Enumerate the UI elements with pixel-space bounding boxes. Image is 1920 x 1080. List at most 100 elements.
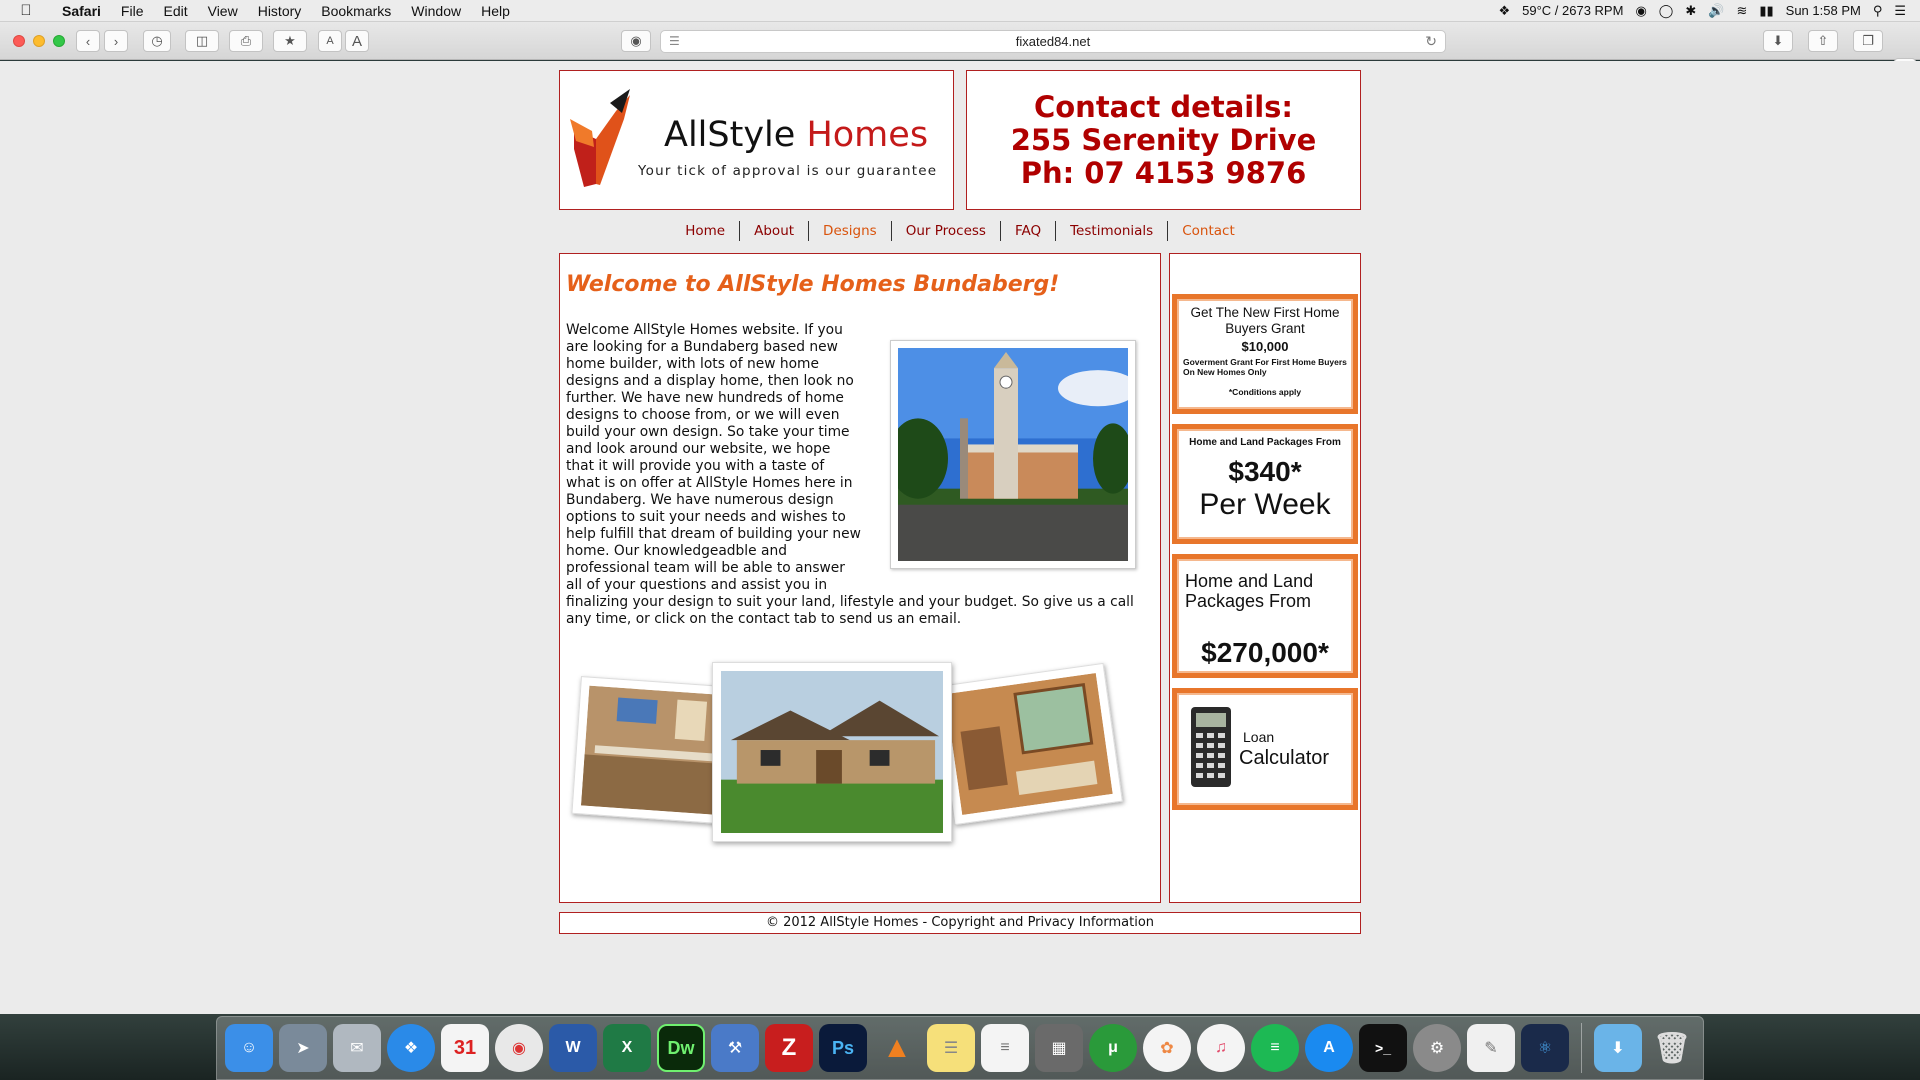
site-nav: Home About Designs Our Process FAQ Testi… [559, 221, 1361, 241]
menu-app-name[interactable]: Safari [52, 3, 111, 19]
home-photo-collage [571, 662, 1152, 842]
bluetooth-icon[interactable]: ✱ [1685, 3, 1696, 19]
contact-panel: Contact details: 255 Serenity Drive Ph: … [966, 70, 1361, 210]
battery-icon[interactable]: ▮▮ [1759, 3, 1773, 19]
downloads-folder-icon[interactable]: ⬇ [1594, 1024, 1642, 1072]
nav-contact[interactable]: Contact [1167, 221, 1249, 241]
menu-help[interactable]: Help [471, 3, 520, 19]
dock: ☺ ➤ ✉ ❖ 31 ◉ W X Dw ⚒ Z Ps ▲ ☰ ≡ ▦ μ ✿ ♫… [216, 1016, 1704, 1080]
notification-center-icon[interactable]: ☰ [1894, 3, 1906, 19]
photos-icon[interactable]: ✿ [1143, 1024, 1191, 1072]
bookmark-button[interactable]: ★ [273, 30, 307, 52]
grant-title: Get The New First Home Buyers Grant [1190, 305, 1340, 336]
chrome-icon[interactable]: ◉ [495, 1024, 543, 1072]
package-price: $270,000* [1201, 637, 1329, 668]
forward-button[interactable]: › [104, 30, 128, 52]
living-room-photo [935, 662, 1123, 826]
logo-panel[interactable]: AllStyle Homes Your tick of approval is … [559, 70, 954, 210]
clock[interactable]: Sun 1:58 PM [1786, 3, 1861, 18]
font-larger-button[interactable]: A [345, 30, 369, 52]
page-title: Welcome to AllStyle Homes Bundaberg! [566, 272, 1060, 297]
safari-icon[interactable]: ❖ [387, 1024, 435, 1072]
print-button[interactable]: ⎙ [229, 30, 263, 52]
menu-view[interactable]: View [198, 3, 248, 19]
privacy-button[interactable]: ◉ [621, 30, 651, 52]
address-bar[interactable]: ☰ fixated84.net ↻ [660, 30, 1446, 53]
app-store-icon[interactable]: A [1305, 1024, 1353, 1072]
sidebar-toggle-button[interactable]: ◫ [185, 30, 219, 52]
creative-cloud-icon[interactable]: ◉ [1635, 3, 1646, 19]
filezilla-icon[interactable]: Z [765, 1024, 813, 1072]
dreamweaver-icon[interactable]: Dw [657, 1024, 705, 1072]
brand-tagline: Your tick of approval is our guarantee [638, 163, 938, 179]
nav-testimonials[interactable]: Testimonials [1055, 221, 1167, 241]
menu-file[interactable]: File [111, 3, 154, 19]
sidebar: Get The New First Home Buyers Grant $10,… [1169, 253, 1361, 903]
reader-icon[interactable]: ☰ [669, 34, 680, 48]
volume-icon[interactable]: 🔊 [1708, 3, 1724, 19]
nav-designs[interactable]: Designs [808, 221, 891, 241]
finder-icon[interactable]: ☺ [225, 1024, 273, 1072]
menu-bookmarks[interactable]: Bookmarks [311, 3, 401, 19]
font-smaller-button[interactable]: A [318, 30, 342, 52]
loan-calculator-ad[interactable]: Loan Calculator [1172, 688, 1358, 810]
grant-ad[interactable]: Get The New First Home Buyers Grant $10,… [1172, 294, 1358, 414]
menu-window[interactable]: Window [401, 3, 471, 19]
reload-icon[interactable]: ↻ [1425, 33, 1437, 50]
url-text: fixated84.net [1015, 34, 1091, 49]
system-preferences-icon[interactable]: ⚙ [1413, 1024, 1461, 1072]
shield-icon: ◉ [630, 33, 642, 48]
trash-icon[interactable]: 🗑 [1648, 1024, 1696, 1072]
textedit-icon[interactable]: ✎ [1467, 1024, 1515, 1072]
package-price-ad[interactable]: Home and Land Packages From $270,000* [1172, 554, 1358, 678]
temperature-status[interactable]: 59°C / 2673 RPM [1522, 3, 1623, 18]
printer-icon: ⎙ [240, 33, 252, 48]
share-button[interactable]: ⇧ [1808, 30, 1838, 52]
nav-about[interactable]: About [739, 221, 808, 241]
sync-icon[interactable]: ◯ [1659, 3, 1674, 19]
window-close-button[interactable] [13, 35, 25, 47]
window-minimize-button[interactable] [33, 35, 45, 47]
history-button[interactable]: ◷ [143, 30, 171, 52]
menu-edit[interactable]: Edit [153, 3, 197, 19]
tabs-button[interactable]: ❐ [1853, 30, 1883, 52]
atom-icon[interactable]: ⚛ [1521, 1024, 1569, 1072]
apple-icon[interactable]:  [0, 2, 52, 19]
share-icon: ⇧ [1817, 33, 1829, 48]
weekly-package-ad[interactable]: Home and Land Packages From $340* Per We… [1172, 424, 1358, 544]
xcode-icon[interactable]: ⚒ [711, 1024, 759, 1072]
nav-our-process[interactable]: Our Process [890, 221, 1000, 241]
menu-history[interactable]: History [248, 3, 312, 19]
calendar-icon[interactable]: 31 [441, 1024, 489, 1072]
notes-icon[interactable]: ☰ [927, 1024, 975, 1072]
loan-label: Loan [1243, 729, 1275, 745]
itunes-icon[interactable]: ♫ [1197, 1024, 1245, 1072]
wifi-icon[interactable]: ≋ [1736, 3, 1747, 19]
nav-home[interactable]: Home [671, 221, 739, 241]
mail-icon[interactable]: ✉ [333, 1024, 381, 1072]
reminders-icon[interactable]: ≡ [981, 1024, 1029, 1072]
calculator-app-icon[interactable]: ▦ [1035, 1024, 1083, 1072]
nav-faq[interactable]: FAQ [999, 221, 1055, 241]
word-icon[interactable]: W [549, 1024, 597, 1072]
window-zoom-button[interactable] [53, 35, 65, 47]
contact-phone: Ph: 07 4153 9876 [1020, 155, 1307, 190]
terminal-icon[interactable]: >_ [1359, 1024, 1407, 1072]
browser-toolbar: ‹ › ◷ ◫ ⎙ ★ A A ◉ ☰ fixated84.net ↻ ⬇ ⇧ … [0, 22, 1920, 80]
launchpad-icon[interactable]: ➤ [279, 1024, 327, 1072]
grant-amount: $10,000 [1241, 339, 1289, 354]
vlc-icon[interactable]: ▲ [873, 1024, 921, 1072]
back-button[interactable]: ‹ [76, 30, 100, 52]
spotlight-icon[interactable]: ⚲ [1873, 3, 1883, 19]
photoshop-icon[interactable]: Ps [819, 1024, 867, 1072]
site-footer[interactable]: © 2012 AllStyle Homes - Copyright and Pr… [559, 912, 1361, 934]
tabs-icon: ❐ [1862, 33, 1874, 48]
utorrent-icon[interactable]: μ [1089, 1024, 1137, 1072]
menubar:  Safari File Edit View History Bookmark… [0, 0, 1920, 22]
calculator-icon [1191, 707, 1231, 787]
dropbox-icon[interactable]: ❖ [1498, 3, 1510, 19]
download-icon: ⬇ [1772, 33, 1784, 48]
spotify-icon[interactable]: ≡ [1251, 1024, 1299, 1072]
downloads-button[interactable]: ⬇ [1763, 30, 1793, 52]
excel-icon[interactable]: X [603, 1024, 651, 1072]
